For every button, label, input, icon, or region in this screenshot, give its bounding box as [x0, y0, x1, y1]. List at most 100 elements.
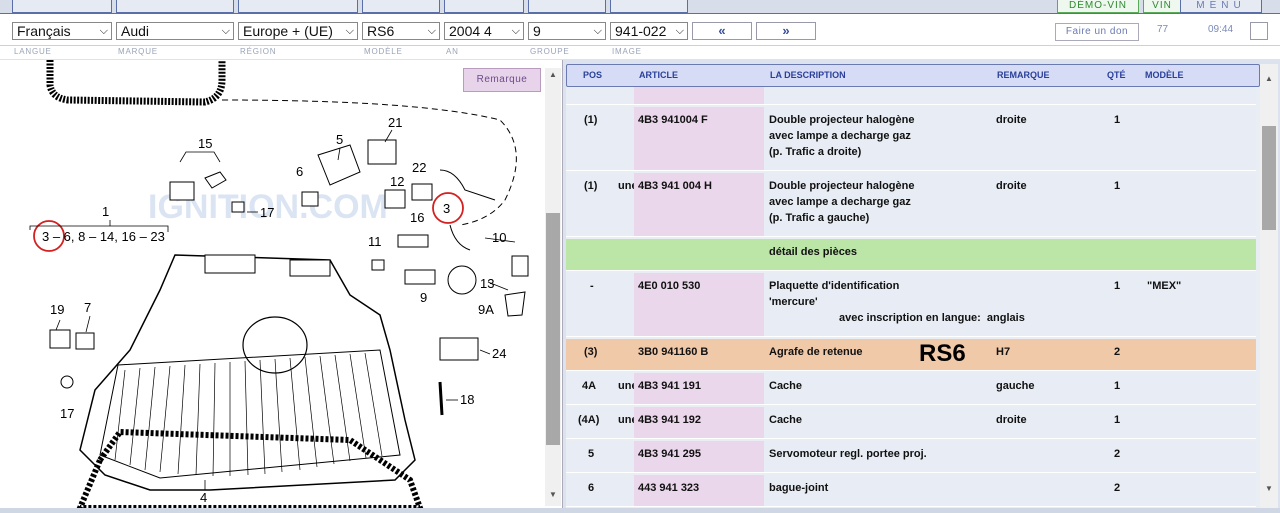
callout: 3: [443, 201, 450, 216]
mount-right: [289, 259, 331, 277]
row-qte: 1: [1114, 380, 1121, 392]
table-row[interactable]: 4A une 4B3 941 191 Cache gauche 1: [566, 373, 1256, 405]
marque-select[interactable]: Audi ⌵: [116, 22, 234, 40]
part-22-clip[interactable]: [411, 183, 433, 201]
part-5-servo[interactable]: [317, 144, 361, 186]
toolbar-slot[interactable]: [528, 0, 606, 13]
region-select[interactable]: Europe + (UE) ⌵: [238, 22, 358, 40]
toolbar-slot[interactable]: [444, 0, 524, 13]
part-21-connector[interactable]: [367, 139, 397, 165]
clock: 09:44: [1208, 24, 1234, 35]
groupe-select[interactable]: 9 ⌵: [528, 22, 606, 40]
table-row[interactable]: 5 4B3 941 295 Servomoteur regl. portee p…: [566, 441, 1256, 473]
toolbar-slot[interactable]: [238, 0, 358, 13]
part-24-connector[interactable]: [439, 337, 479, 361]
article-column-bg: [634, 87, 764, 104]
toolbar-slot[interactable]: [610, 0, 688, 13]
part-19-clip[interactable]: [49, 329, 71, 349]
menu-button[interactable]: MENU: [1180, 0, 1262, 13]
row-article[interactable]: 4B3 941004 F: [638, 112, 708, 128]
toolbar-slot[interactable]: [362, 0, 440, 13]
callout: 11: [368, 234, 382, 249]
langue-select[interactable]: Français ⌵: [12, 22, 112, 40]
col-description[interactable]: LA DESCRIPTION: [770, 70, 846, 80]
part-11-lamp[interactable]: [371, 259, 385, 271]
row-article[interactable]: 4E0 010 530: [638, 278, 700, 294]
section-row: détail des pièces: [566, 239, 1256, 271]
vin-button[interactable]: VIN: [1143, 0, 1181, 13]
row-remarque: droite: [996, 180, 1027, 192]
diagram-scrollbar[interactable]: ▲ ▼: [545, 68, 561, 506]
row-qte: 1: [1114, 280, 1121, 292]
col-pos[interactable]: POS: [583, 70, 602, 80]
next-image-button[interactable]: »: [756, 22, 816, 40]
parts-diagram-pane: IGNITION.COM 15 5 21 22 6 12 3 1 17 16 1…: [0, 60, 563, 508]
an-select[interactable]: 2004 4 ⌵: [444, 22, 524, 40]
row-pos: (3): [584, 346, 598, 358]
scroll-up-icon[interactable]: ▲: [545, 70, 561, 84]
col-qte[interactable]: QTÉ: [1107, 70, 1126, 80]
headlight-exploded-diagram[interactable]: IGNITION.COM 15 5 21 22 6 12 3 1 17 16 1…: [0, 60, 545, 508]
image-value: 941-022: [615, 23, 667, 39]
part-16-bulb[interactable]: [397, 234, 429, 248]
part-9-bulb[interactable]: [404, 269, 436, 285]
toolbar-slot[interactable]: [116, 0, 234, 13]
part-10-socket[interactable]: [511, 255, 529, 277]
scroll-up-icon[interactable]: ▲: [1260, 74, 1278, 88]
toolbar-slot[interactable]: [12, 0, 112, 13]
demo-vin-button[interactable]: DÉMO-VIN: [1057, 0, 1139, 13]
callout: 22: [412, 160, 426, 175]
part-7-clip[interactable]: [75, 332, 95, 350]
col-modele[interactable]: MODÈLE: [1145, 70, 1184, 80]
col-remarque[interactable]: REMARQUE: [997, 70, 1050, 80]
image-select[interactable]: 941-022 ⌵: [610, 22, 688, 40]
part-9a-cap[interactable]: [447, 265, 477, 295]
part-12-bulb[interactable]: [384, 189, 406, 209]
label-marque: MARQUE: [118, 47, 158, 56]
table-row[interactable]: (1) 4B3 941004 F Double projecteur halog…: [566, 107, 1256, 171]
row-flag: une: [618, 414, 634, 426]
row-article[interactable]: 3B0 941160 B: [638, 344, 708, 360]
extra-box[interactable]: [1250, 22, 1268, 40]
row-pos: (4A): [578, 414, 600, 426]
part-13-lamp[interactable]: [504, 291, 526, 317]
table-row-highlighted[interactable]: (3) 3B0 941160 B Agrafe de retenue RS6 H…: [566, 339, 1256, 371]
row-article[interactable]: 4B3 941 191: [638, 378, 701, 394]
table-row[interactable]: (4A) une 4B3 941 192 Cache droite 1: [566, 407, 1256, 439]
callout: 16: [410, 210, 424, 225]
scrollbar-thumb[interactable]: [546, 213, 560, 445]
row-qte: 2: [1114, 482, 1121, 494]
modele-select[interactable]: RS6 ⌵: [362, 22, 440, 40]
donate-button[interactable]: Faire un don: [1055, 23, 1139, 41]
row-article[interactable]: 4B3 941 004 H: [638, 178, 712, 194]
row-remarque: droite: [996, 114, 1027, 126]
row-article[interactable]: 4B3 941 192: [638, 412, 701, 428]
table-row[interactable]: (1) une 4B3 941 004 H Double projecteur …: [566, 173, 1256, 237]
scroll-down-icon[interactable]: ▼: [545, 490, 561, 504]
part-15-bracket[interactable]: [169, 181, 195, 201]
row-desc-line: Cache: [769, 414, 803, 426]
part-18-screw[interactable]: [438, 381, 444, 416]
part-6-seal[interactable]: [301, 191, 319, 207]
part-17-screw-lower[interactable]: [60, 375, 74, 389]
callout: 5: [336, 132, 343, 147]
parts-table: POS ARTICLE LA DESCRIPTION REMARQUE QTÉ …: [566, 64, 1260, 508]
part-17-screw[interactable]: [231, 201, 245, 213]
table-row[interactable]: 6 443 941 323 bague-joint 2: [566, 475, 1256, 507]
part-15-screw[interactable]: [204, 171, 227, 189]
row-qte: 1: [1114, 414, 1121, 426]
table-scrollbar[interactable]: ▲ ▼: [1260, 64, 1278, 508]
remarque-button[interactable]: Remarque: [463, 68, 541, 92]
callout: 18: [460, 392, 474, 407]
row-desc-line: avec lampe a decharge gaz: [769, 130, 911, 142]
prev-image-button[interactable]: «: [692, 22, 752, 40]
row-article[interactable]: 443 941 323: [638, 480, 699, 496]
row-article[interactable]: 4B3 941 295: [638, 446, 701, 462]
table-row[interactable]: - 4E0 010 530 Plaquette d'identification…: [566, 273, 1256, 337]
row-desc-line: Double projecteur halogène: [769, 114, 915, 126]
callout: 10: [492, 230, 506, 245]
col-article[interactable]: ARTICLE: [639, 70, 678, 80]
scrollbar-thumb[interactable]: [1262, 126, 1276, 230]
scroll-down-icon[interactable]: ▼: [1260, 484, 1278, 498]
row-desc-line: (p. Trafic a droite): [769, 146, 862, 158]
